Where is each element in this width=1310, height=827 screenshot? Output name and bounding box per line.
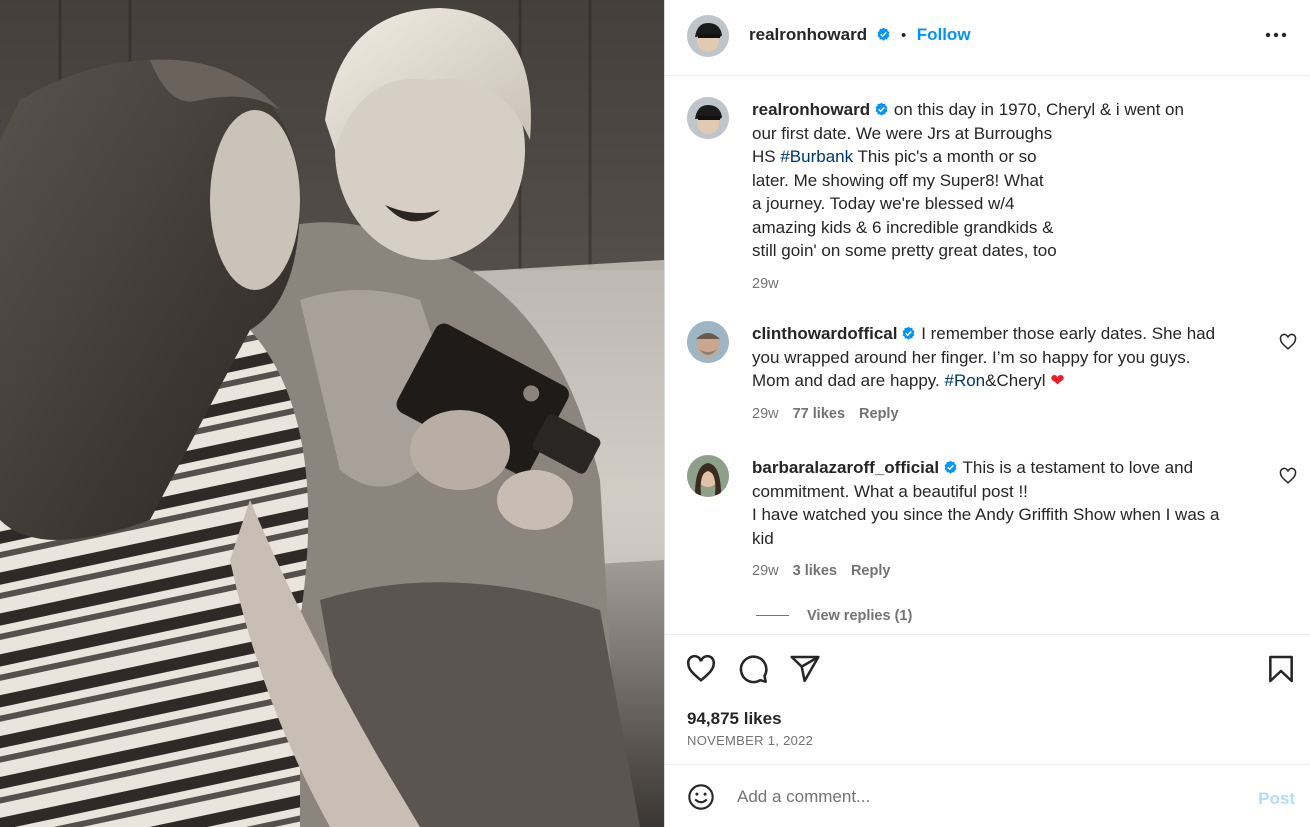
comment-like-heart-icon[interactable] xyxy=(1279,467,1297,485)
verified-badge-icon xyxy=(875,102,888,116)
comment-likes[interactable]: 77 likes xyxy=(793,406,845,422)
verified-badge-icon xyxy=(902,326,915,340)
author-username[interactable]: realronhoward xyxy=(749,25,867,44)
comment-input[interactable] xyxy=(737,783,1217,811)
caption-line: a journey. Today we're blessed w/4 xyxy=(752,194,1015,213)
caption-line: HS xyxy=(752,147,781,166)
comment-text: you wrapped around her finger. I’m so ha… xyxy=(752,347,1191,367)
post-header: realronhoward • Follow xyxy=(665,0,1310,76)
post-detail-panel: realronhoward • Follow realronhoward on … xyxy=(664,0,1310,827)
comment-username[interactable]: clinthowardoffical xyxy=(752,324,897,343)
caption-line: still goin' on some pretty great dates, … xyxy=(752,241,1057,260)
comment-time[interactable]: 29w xyxy=(752,563,779,579)
comment-text: &Cheryl xyxy=(985,371,1051,390)
comment-time[interactable]: 29w xyxy=(752,406,779,422)
avatar-image xyxy=(687,455,729,497)
comment-text: Mom and dad are happy. xyxy=(752,371,945,390)
comments-scroll-area[interactable]: realronhoward on this day in 1970, Chery… xyxy=(665,77,1310,634)
comment-text: kid xyxy=(752,528,774,548)
reply-button[interactable]: Reply xyxy=(851,563,891,579)
post-photo[interactable] xyxy=(0,0,664,827)
avatar-image xyxy=(687,15,729,57)
comment-meta: 29w 77 likes Reply xyxy=(752,403,1262,427)
photo-illustration xyxy=(0,0,664,827)
comment-text: I have watched you since the Andy Griffi… xyxy=(752,505,1220,524)
header-separator: • xyxy=(901,27,907,44)
hashtag-link[interactable]: #Burbank xyxy=(780,147,853,166)
comment-text: I remember those early dates. She had xyxy=(921,324,1216,343)
comment-text: This is a testament to love and xyxy=(962,458,1194,477)
caption-time[interactable]: 29w xyxy=(752,273,1232,297)
bookmark-icon[interactable] xyxy=(1265,653,1297,685)
comment-username[interactable]: barbaralazaroff_official xyxy=(752,458,939,477)
caption-avatar[interactable] xyxy=(687,97,729,139)
verified-badge-icon xyxy=(877,27,890,41)
post-date[interactable]: NOVEMBER 1, 2022 xyxy=(687,733,813,748)
view-replies-label: View replies (1) xyxy=(807,608,913,624)
comment-meta: 29w 3 likes Reply xyxy=(752,560,1262,584)
view-replies-button[interactable]: View replies (1) xyxy=(756,607,912,625)
header-user-line: realronhoward • Follow xyxy=(749,25,971,45)
likes-count[interactable]: 94,875 likes xyxy=(687,709,782,729)
caption-username[interactable]: realronhoward xyxy=(752,100,870,119)
hashtag-link[interactable]: #Ron xyxy=(944,371,985,390)
caption-text: realronhoward on this day in 1970, Chery… xyxy=(752,98,1232,296)
heart-icon[interactable] xyxy=(685,653,717,685)
add-comment-bar: Post xyxy=(665,764,1310,827)
more-options-icon[interactable] xyxy=(1263,22,1289,48)
follow-button[interactable]: Follow xyxy=(917,25,971,44)
post-actions: 94,875 likes NOVEMBER 1, 2022 xyxy=(665,634,1310,764)
share-icon[interactable] xyxy=(789,653,821,685)
red-heart-emoji: ❤ xyxy=(1050,371,1065,390)
caption-line: This pic's a month or so xyxy=(857,147,1037,166)
avatar-image xyxy=(687,97,729,139)
replies-divider-line xyxy=(756,615,789,617)
caption-line: on this day in 1970, Cheryl & i went on xyxy=(893,100,1184,119)
verified-badge-icon xyxy=(944,460,957,474)
emoji-icon[interactable] xyxy=(687,783,715,811)
caption-line: our first date. We were Jrs at Burroughs xyxy=(752,123,1053,143)
comment-like-heart-icon[interactable] xyxy=(1279,333,1297,351)
post-comment-button[interactable]: Post xyxy=(1258,789,1295,809)
comment-likes[interactable]: 3 likes xyxy=(793,563,837,579)
commenter-avatar[interactable] xyxy=(687,455,729,497)
comment-body: clinthowardoffical I remember those earl… xyxy=(752,322,1262,426)
author-avatar[interactable] xyxy=(687,15,729,57)
avatar-image xyxy=(687,321,729,363)
comment-icon[interactable] xyxy=(737,653,769,685)
comment-text: commitment. What a beautiful post !! xyxy=(752,481,1028,501)
caption-line: amazing kids & 6 incredible grandkids & xyxy=(752,217,1054,237)
caption-line: later. Me showing off my Super8! What xyxy=(752,170,1044,190)
commenter-avatar[interactable] xyxy=(687,321,729,363)
reply-button[interactable]: Reply xyxy=(859,406,899,422)
comment-body: barbaralazaroff_official This is a testa… xyxy=(752,456,1262,584)
